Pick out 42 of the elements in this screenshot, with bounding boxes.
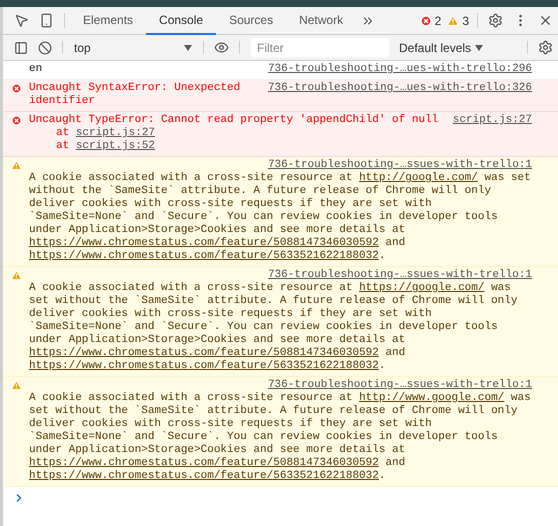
error-icon [11, 115, 22, 126]
console-message: en [29, 63, 44, 76]
url-link[interactable]: https://www.chromestatus.com/feature/5088147346030592 [29, 237, 379, 249]
url-link[interactable]: https://www.chromestatus.com/feature/5633521622188032 [29, 360, 379, 372]
source-link[interactable]: 736-troubleshooting-…ssues-with-trello:1 [268, 379, 532, 392]
stack-text: at [56, 140, 70, 152]
error-count[interactable]: 2 [416, 7, 444, 34]
stack-text: at [56, 127, 70, 139]
warning-count[interactable]: 3 [444, 7, 472, 34]
console-message: Uncaught SyntaxError: Unexpected identifier [29, 82, 242, 108]
error-icon [420, 14, 432, 26]
source-link[interactable]: 736-troubleshooting-…ues-with-trello:326 [268, 82, 532, 95]
console-message: A cookie associated with a cross-site resource at http://www.google.com/ was set without the `SameSite` attribute. A future release of Chrome will only deliver cookies with cross-site requests if they are set with `SameSite=None` and `Secure`. You can review cookies in developer tools under Application>Storage>Cookies and see more details at https://www.chromestatus.com/feature/5088147346030592 and https://www.chromestatus.com/feature/5633521622188032. [29, 392, 532, 483]
warning-icon [447, 14, 460, 26]
url-link[interactable]: https://www.chromestatus.com/feature/5088147346030592 [29, 457, 379, 469]
stack-link[interactable]: script.js:52 [76, 140, 156, 152]
warning-icon [11, 270, 22, 281]
url-link[interactable]: https://www.chromestatus.com/feature/5088147346030592 [29, 347, 379, 359]
error-icon [11, 83, 22, 94]
filter-field[interactable]: Filter [251, 38, 389, 57]
url-link[interactable]: https://google.com/ [359, 282, 484, 294]
source-link[interactable]: 736-troubleshooting-…ssues-with-trello:1 [268, 159, 532, 172]
url-link[interactable]: http://google.com/ [359, 172, 478, 184]
caret-down-icon [184, 44, 192, 50]
caret-down-icon [475, 44, 484, 50]
warning-icon [11, 160, 22, 171]
console-message: A cookie associated with a cross-site resource at http://google.com/ was set without the `SameSite` attribute. A future release of Chrome will only deliver cookies with cross-site requests if they are set with `SameSite=None` and `Secure`. You can review cookies in developer tools under Application>Storage>Cookies and see more details at https://www.chromestatus.com/feature/5088147346030592 and https://www.chromestatus.com/feature/5633521622188032. [29, 172, 532, 263]
panel-tab[interactable]: Elements [70, 7, 146, 35]
warning-icon [11, 380, 22, 391]
context-select[interactable]: top [68, 35, 198, 60]
source-link[interactable]: 736-troubleshooting-…ues-with-trello:296 [268, 63, 532, 76]
source-link[interactable]: 736-troubleshooting-…ssues-with-trello:1 [268, 269, 532, 282]
console-message: Uncaught TypeError: Cannot read property 'appendChild' of null [29, 114, 440, 127]
url-link[interactable]: https://www.chromestatus.com/feature/5633521622188032 [29, 250, 379, 262]
panel-tab[interactable]: Network [286, 7, 356, 35]
console-message: A cookie associated with a cross-site resource at https://google.com/ was set without the `SameSite` attribute. A future release of Chrome will only deliver cookies with cross-site requests if they are set with `SameSite=None` and `Secure`. You can review cookies in developer tools under Application>Storage>Cookies and see more details at https://www.chromestatus.com/feature/5088147346030592 and https://www.chromestatus.com/feature/5633521622188032. [29, 282, 518, 373]
source-link[interactable]: script.js:27 [452, 114, 532, 127]
stack-link[interactable]: script.js:27 [76, 127, 156, 139]
panel-tab[interactable]: Sources [216, 7, 286, 35]
levels-dropdown[interactable]: Default levels [395, 35, 488, 60]
url-link[interactable]: http://www.google.com/ [359, 392, 504, 404]
url-link[interactable]: https://www.chromestatus.com/feature/5633521622188032 [29, 470, 379, 482]
